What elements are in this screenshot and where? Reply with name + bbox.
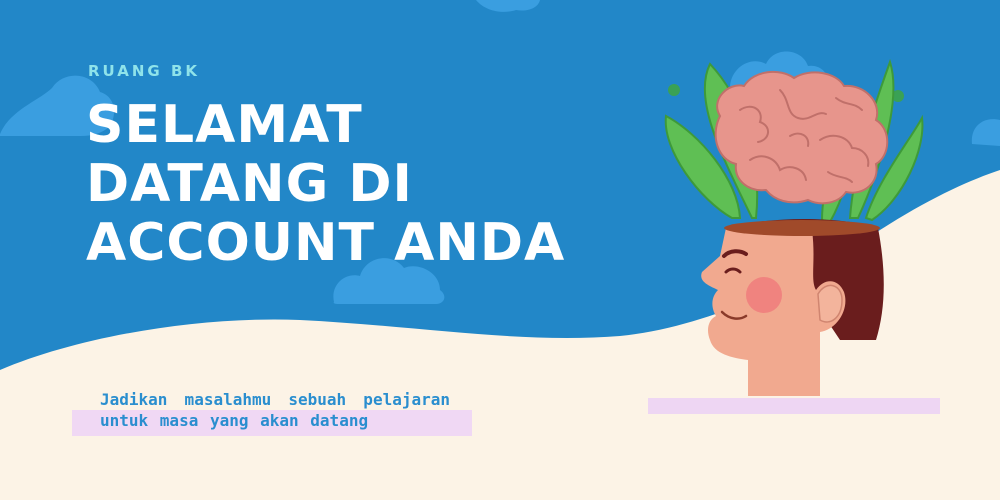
leaf-dot-1 (668, 84, 680, 96)
title-line-1: SELAMAT (86, 95, 363, 155)
cloud-far-right (971, 119, 1000, 146)
title-line-2: DATANG DI (86, 154, 413, 214)
eyebrow-label: RUANG BK (88, 62, 201, 80)
motivational-quote: Jadikan masalahmu sebuah pelajaran untuk… (100, 390, 450, 430)
welcome-banner: RUANG BK SELAMAT DATANG DI ACCOUNT ANDA … (0, 0, 1000, 500)
title-line-3: ACCOUNT ANDA (86, 213, 566, 273)
head-brain-illustration (664, 58, 924, 396)
cheek-icon (746, 277, 782, 313)
head-opening (724, 220, 880, 236)
cloud-top (476, 0, 540, 12)
welcome-title: SELAMAT DATANG DI ACCOUNT ANDA (86, 96, 565, 273)
